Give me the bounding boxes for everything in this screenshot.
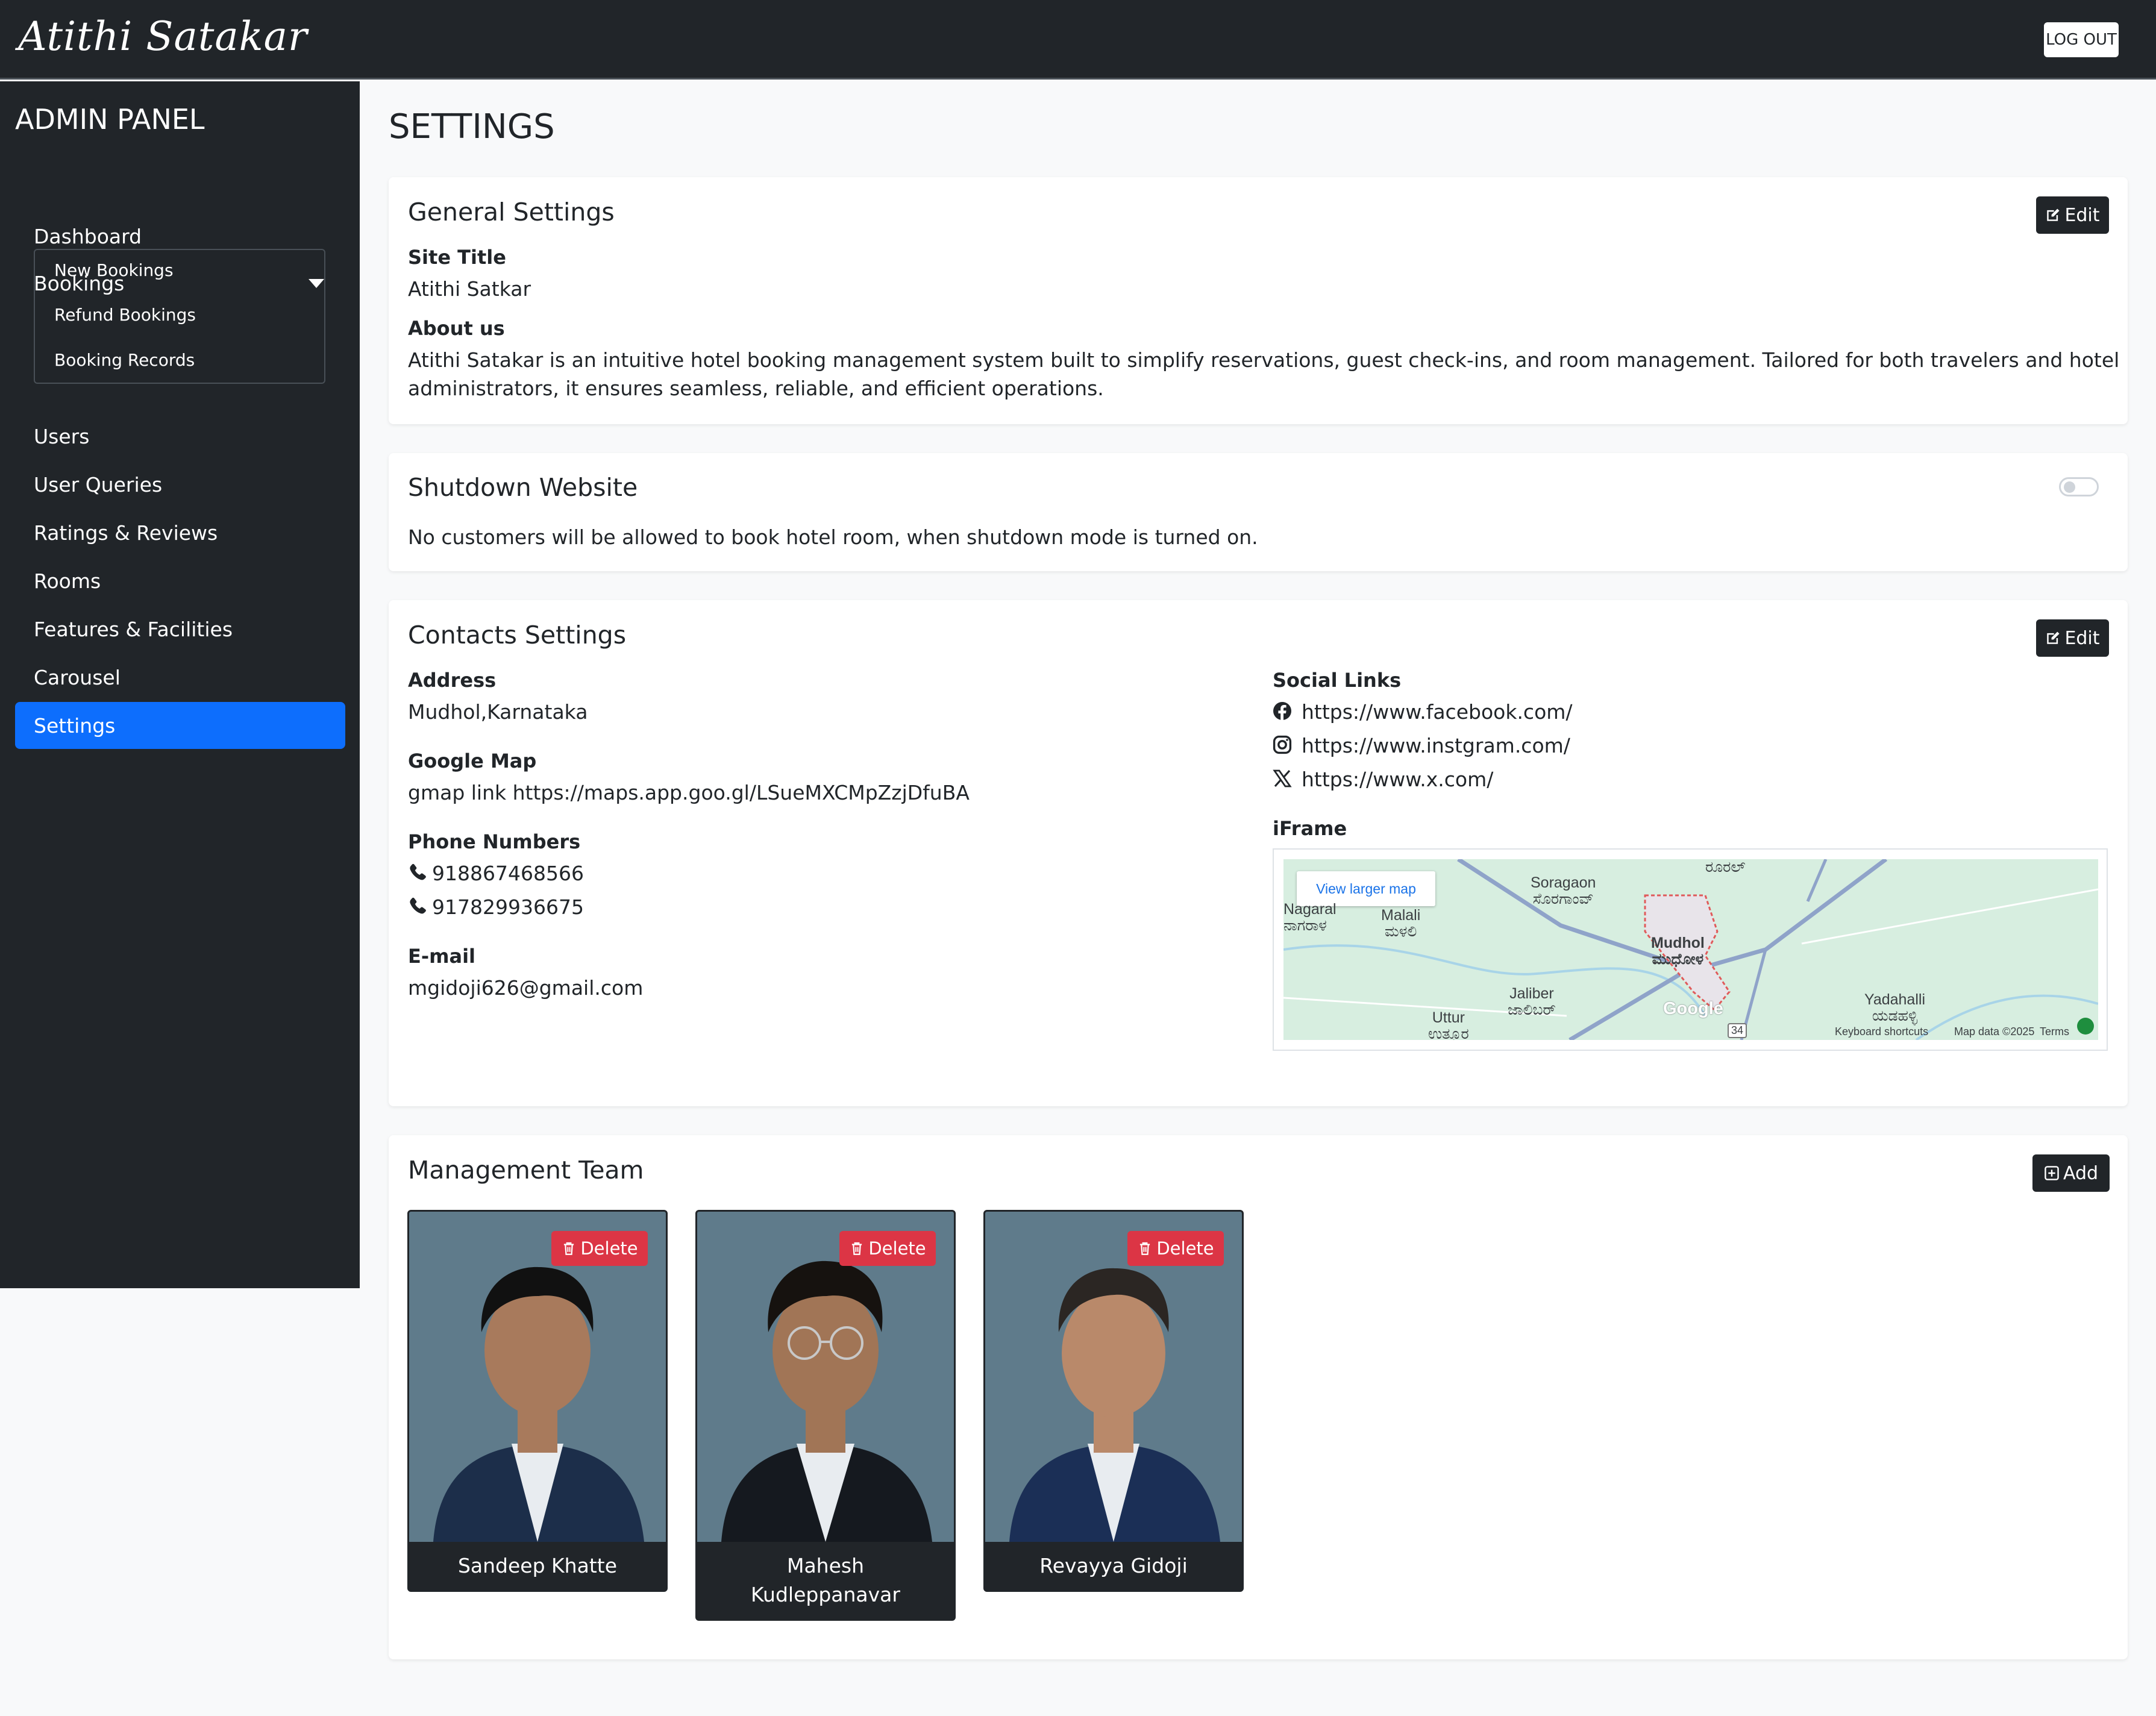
- member-name: Revayya Gidoji: [1039, 1554, 1188, 1577]
- phone-value: 918867468566: [432, 862, 584, 885]
- submenu-item-refund-bookings[interactable]: Refund Bookings: [54, 305, 196, 325]
- map-label-jaliber: Jaliber ಜಾಲಿಬರ್: [1508, 985, 1556, 1018]
- submenu-item-booking-records[interactable]: Booking Records: [54, 350, 195, 370]
- button-label: Delete: [1156, 1238, 1214, 1259]
- team-member-card: Delete Sandeep Khatte: [407, 1210, 668, 1592]
- team-member-card: Delete Mahesh Kudleppanavar: [695, 1210, 956, 1621]
- shutdown-description: No customers will be allowed to book hot…: [408, 525, 1258, 549]
- road-shield: 34: [1728, 1023, 1747, 1038]
- card-title: Shutdown Website: [408, 473, 638, 502]
- sidebar-title: ADMIN PANEL: [15, 103, 205, 136]
- address-label: Address: [408, 669, 497, 692]
- delete-member-button[interactable]: Delete: [1127, 1231, 1224, 1266]
- address-value: Mudhol,Karnataka: [408, 700, 588, 724]
- shutdown-card: Shutdown Website No customers will be al…: [389, 453, 2128, 571]
- button-label: Edit: [2064, 627, 2100, 649]
- sidebar-item-carousel[interactable]: Carousel: [15, 654, 345, 701]
- phone-icon: [410, 863, 426, 880]
- edit-general-button[interactable]: Edit: [2036, 196, 2109, 234]
- map-label-soragaon: Soragaon ಸೊರಗಾಂವ್: [1531, 874, 1596, 907]
- delete-member-button[interactable]: Delete: [839, 1231, 936, 1266]
- plus-square-icon: [2045, 1166, 2059, 1180]
- instagram-icon: [1273, 735, 1292, 754]
- card-title: Contacts Settings: [408, 621, 627, 650]
- sidebar-item-user-queries[interactable]: User Queries: [15, 461, 345, 508]
- button-label: Delete: [580, 1238, 638, 1259]
- general-settings-card: General Settings Edit Site Title Atithi …: [389, 177, 2128, 424]
- sidebar-item-ratings-reviews[interactable]: Ratings & Reviews: [15, 509, 345, 556]
- keyboard-shortcuts-link[interactable]: Keyboard shortcuts: [1835, 1026, 1928, 1038]
- button-label: Edit: [2064, 204, 2100, 226]
- sidebar-item-rooms[interactable]: Rooms: [15, 557, 345, 604]
- trash-icon: [852, 1242, 862, 1255]
- email-value: mgidoji626@gmail.com: [408, 976, 644, 1000]
- button-label: Add: [2063, 1162, 2099, 1184]
- map-label-uttur: Uttur ಉತ್ತೂರ: [1428, 1009, 1469, 1041]
- trash-icon: [564, 1242, 574, 1255]
- top-navbar: Atithi Satakar LOG OUT: [0, 0, 2156, 80]
- about-label: About us: [408, 317, 505, 340]
- admin-sidebar: ADMIN PANEL Dashboard Bookings New Booki…: [0, 81, 360, 1288]
- add-member-button[interactable]: Add: [2032, 1154, 2110, 1192]
- map-label-mudhol: Mudhol ಮುಧೋಳ: [1651, 935, 1705, 968]
- phone-numbers-label: Phone Numbers: [408, 830, 581, 853]
- sidebar-item-features-facilities[interactable]: Features & Facilities: [15, 606, 345, 653]
- trash-icon: [1140, 1242, 1150, 1255]
- toggle-knob: [2064, 481, 2075, 493]
- member-name-line: Mahesh: [786, 1554, 865, 1577]
- map-label-malali: Malali ಮಳಲಿ: [1381, 907, 1421, 940]
- phone-value: 917829936675: [432, 895, 584, 919]
- map-data-text: Map data ©2025: [1954, 1026, 2035, 1038]
- facebook-link[interactable]: https://www.facebook.com/: [1302, 698, 1573, 727]
- site-title-value: Atithi Satkar: [408, 277, 531, 301]
- site-title-label: Site Title: [408, 246, 506, 269]
- google-map-value: gmap link https://maps.app.goo.gl/LSueMX…: [408, 781, 970, 804]
- google-logo: Google: [1663, 999, 1723, 1018]
- member-name: Sandeep Khatte: [457, 1554, 618, 1577]
- about-text-line1: Atithi Satakar is an intuitive hotel boo…: [408, 348, 2120, 372]
- phone-icon: [410, 897, 426, 914]
- team-member-card: Delete Revayya Gidoji: [983, 1210, 1244, 1592]
- member-name-line: Kudleppanavar: [751, 1583, 900, 1606]
- bookings-submenu: New Bookings Refund Bookings Booking Rec…: [34, 249, 325, 384]
- delete-member-button[interactable]: Delete: [551, 1231, 648, 1266]
- page-title: SETTINGS: [389, 107, 555, 146]
- x-link[interactable]: https://www.x.com/: [1302, 765, 1493, 794]
- map-label-yadahalli: Yadahalli ಯಡಹಳ್ಳಿ: [1864, 991, 1926, 1024]
- card-title: General Settings: [408, 198, 615, 227]
- instagram-link[interactable]: https://www.instgram.com/: [1302, 731, 1570, 760]
- edit-icon: [2047, 208, 2060, 221]
- map-label-rural: ರೂರಲ್: [1705, 859, 1746, 875]
- sidebar-item-settings[interactable]: Settings: [15, 702, 345, 749]
- terms-link[interactable]: Terms: [2040, 1026, 2069, 1038]
- google-map-label: Google Map: [408, 750, 537, 772]
- brand-logo[interactable]: Atithi Satakar: [18, 13, 308, 60]
- sidebar-item-users[interactable]: Users: [15, 413, 345, 460]
- about-text-line2: administrators, it ensures seamless, rel…: [408, 377, 1104, 400]
- map-canvas[interactable]: View larger map Nagaral ನಾಗರಾಳ Malali ಮಳಲಿ…: [1283, 859, 2098, 1040]
- member-name: Mahesh Kudleppanavar: [697, 1552, 954, 1609]
- email-label: E-mail: [408, 945, 476, 968]
- facebook-icon: [1273, 702, 1291, 721]
- edit-contacts-button[interactable]: Edit: [2036, 619, 2109, 657]
- iframe-label: iFrame: [1273, 817, 1347, 840]
- card-title: Management Team: [408, 1156, 644, 1185]
- contacts-settings-card: Contacts Settings Edit Address Mudhol,Ka…: [389, 600, 2128, 1106]
- submenu-item-new-bookings[interactable]: New Bookings: [54, 260, 174, 280]
- edit-icon: [2047, 631, 2060, 644]
- social-links-label: Social Links: [1273, 669, 1402, 692]
- map-label-nagaral: Nagaral ನಾಗರಾಳ: [1283, 901, 1337, 934]
- logout-button[interactable]: LOG OUT: [2044, 22, 2119, 57]
- google-map-iframe: View larger map Nagaral ನಾಗರಾಳ Malali ಮಳಲಿ…: [1273, 848, 2108, 1051]
- button-label: Delete: [868, 1238, 926, 1259]
- x-icon: [1273, 769, 1292, 788]
- shutdown-toggle[interactable]: [2059, 477, 2099, 496]
